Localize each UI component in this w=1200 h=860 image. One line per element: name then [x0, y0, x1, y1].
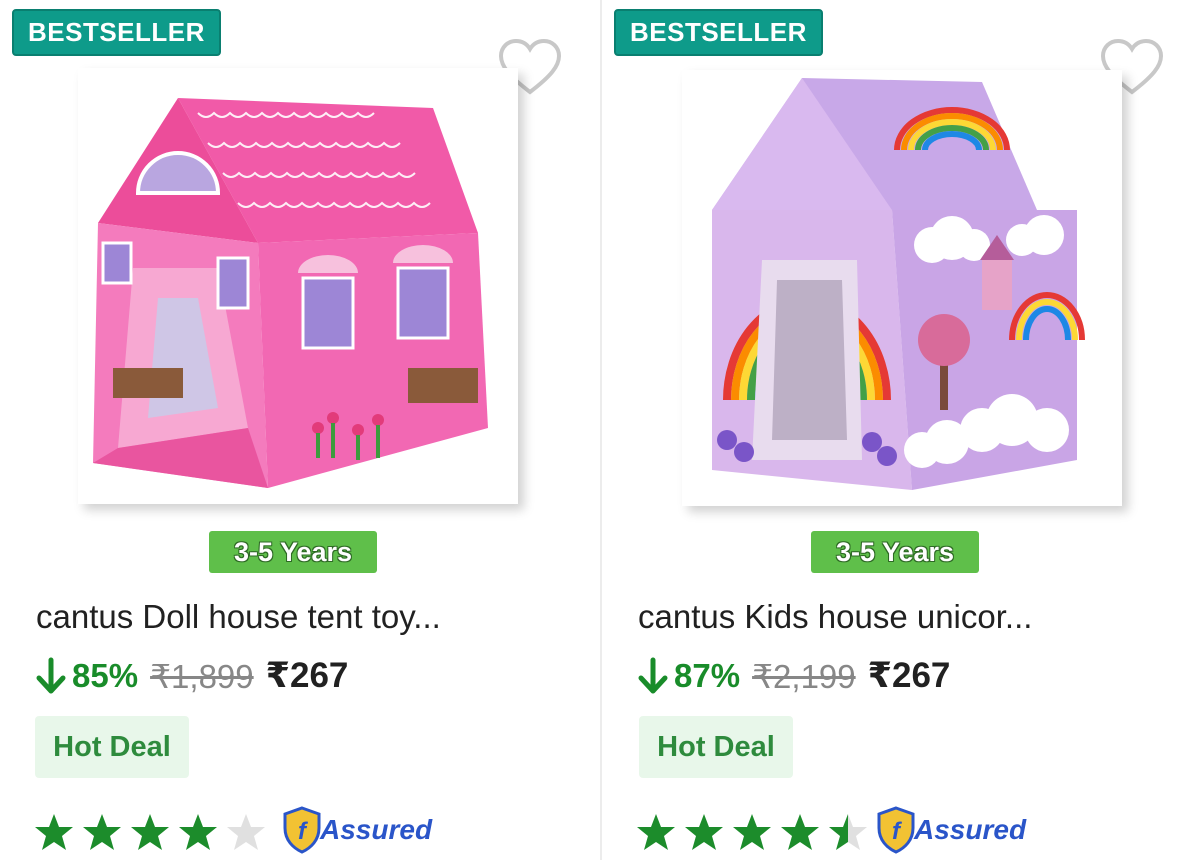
star-icon [35, 814, 73, 850]
assured-badge: f Assured [876, 806, 1026, 854]
unicorn-house-tent-illustration [712, 78, 1085, 490]
rating-stars [34, 812, 266, 852]
star-icon [179, 814, 217, 850]
star-icon [637, 814, 675, 850]
product-card[interactable]: BESTSELLER [600, 0, 1200, 860]
product-image[interactable] [682, 70, 1122, 506]
discount-percent: 85% [72, 657, 139, 694]
star-icon [83, 814, 121, 850]
star-icon [781, 814, 819, 850]
star-icon [131, 814, 169, 850]
star-icon [829, 814, 867, 850]
hot-deal-tag: Hot Deal [35, 716, 189, 778]
arrow-down-icon [36, 657, 66, 694]
original-price: ₹1,899 [150, 657, 254, 695]
product-grid: BESTSELLER 3-5 Years cantus Doll house t… [0, 0, 1200, 860]
bestseller-badge: BESTSELLER [12, 9, 221, 56]
star-icon [733, 814, 771, 850]
product-title[interactable]: cantus Doll house tent toy... [36, 598, 576, 636]
arrow-down-icon [638, 657, 668, 694]
assured-label: Assured [320, 814, 433, 845]
star-icon [685, 814, 723, 850]
price-row: 85% ₹1,899 ₹267 [34, 654, 348, 698]
product-title[interactable]: cantus Kids house unicor... [638, 598, 1178, 636]
assured-shield-icon: f [877, 806, 915, 854]
assured-shield-icon: f [283, 806, 321, 854]
product-image[interactable] [78, 68, 518, 504]
price-row: 87% ₹2,199 ₹267 [636, 654, 950, 698]
bestseller-badge: BESTSELLER [614, 9, 823, 56]
assured-label: Assured [914, 814, 1027, 845]
assured-badge: f Assured [282, 806, 432, 854]
star-icon [227, 814, 265, 850]
original-price: ₹2,199 [752, 657, 856, 695]
age-range-badge: 3-5 Years [811, 531, 979, 573]
product-card[interactable]: BESTSELLER [0, 0, 600, 860]
age-range-badge: 3-5 Years [209, 531, 377, 573]
discount-percent: 87% [674, 657, 741, 694]
hot-deal-tag: Hot Deal [639, 716, 793, 778]
rating-stars [636, 812, 868, 852]
doll-house-tent-illustration [93, 98, 488, 488]
selling-price: ₹267 [265, 656, 349, 695]
selling-price: ₹267 [867, 656, 951, 695]
